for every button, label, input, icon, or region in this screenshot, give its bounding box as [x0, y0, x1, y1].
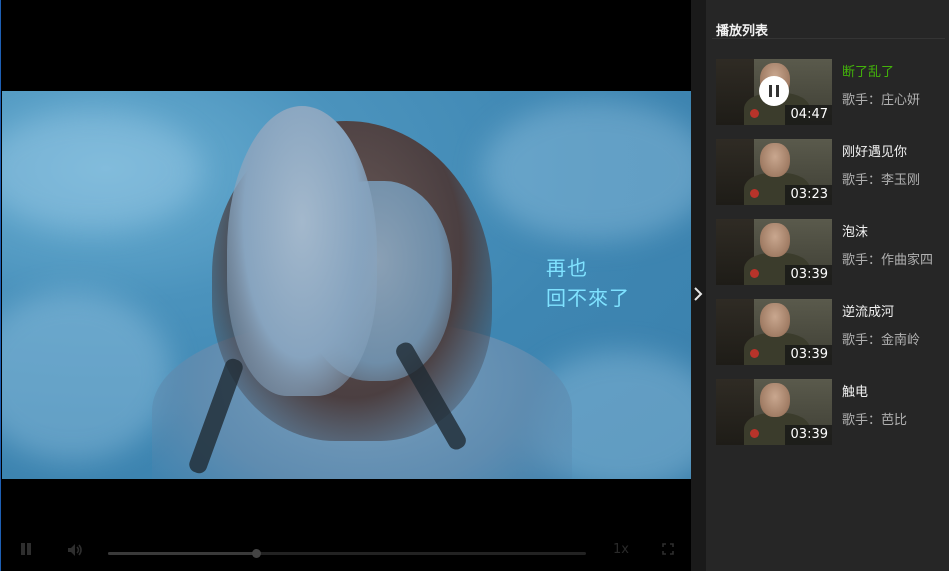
song-title[interactable]: 泡沫	[842, 221, 868, 240]
video-duration: 04:47	[784, 105, 832, 125]
song-title[interactable]: 断了乱了	[842, 61, 894, 80]
song-title[interactable]: 刚好遇见你	[842, 141, 907, 160]
playlist-item[interactable]: 03:39 泡沫 歌手：作曲家四	[716, 219, 946, 285]
song-title[interactable]: 触电	[842, 381, 868, 400]
video-player[interactable]: 再也 回不來了 1x	[0, 0, 692, 571]
playlist-panel: 播放列表 04:47 断了乱了 歌手：庄心妍 03:23 刚好遇见你 歌手：李玉…	[706, 0, 949, 571]
video-figure-hands	[227, 106, 377, 396]
volume-icon[interactable]	[67, 543, 83, 561]
player-controls: 1x	[2, 533, 692, 569]
video-thumbnail[interactable]: 03:39	[716, 219, 832, 285]
video-subtitle: 再也 回不來了	[546, 253, 630, 313]
song-artist: 歌手：李玉刚	[842, 173, 921, 188]
progress-bar[interactable]	[108, 549, 586, 558]
subtitle-line: 回不來了	[546, 286, 630, 310]
pause-icon[interactable]	[759, 76, 789, 106]
cloud	[2, 291, 172, 461]
playlist-item[interactable]: 04:47 断了乱了 歌手：庄心妍	[716, 59, 946, 125]
divider	[712, 38, 945, 39]
video-duration: 03:39	[784, 345, 832, 365]
playlist-collapse-handle[interactable]	[691, 0, 706, 571]
song-artist: 歌手：芭比	[842, 413, 908, 428]
cloud	[2, 111, 202, 231]
video-duration: 03:23	[784, 185, 832, 205]
playlist-title: 播放列表	[716, 24, 769, 39]
song-title[interactable]: 逆流成河	[842, 301, 894, 320]
video-thumbnail[interactable]: 03:39	[716, 299, 832, 365]
playlist-item[interactable]: 03:39 触电 歌手：芭比	[716, 379, 946, 445]
song-artist: 歌手：作曲家四	[842, 253, 934, 268]
video-thumbnail[interactable]: 04:47	[716, 59, 832, 125]
subtitle-line: 再也	[546, 256, 588, 280]
fullscreen-icon[interactable]	[662, 543, 674, 555]
cloud	[482, 101, 692, 241]
playlist-item[interactable]: 03:39 逆流成河 歌手：金南岭	[716, 299, 946, 365]
progress-fill	[108, 552, 257, 555]
video-thumbnail[interactable]: 03:23	[716, 139, 832, 205]
video-duration: 03:39	[784, 425, 832, 445]
chevron-right-icon[interactable]	[692, 286, 704, 306]
playlist-item[interactable]: 03:23 刚好遇见你 歌手：李玉刚	[716, 139, 946, 205]
playback-speed-button[interactable]: 1x	[613, 542, 629, 557]
video-thumbnail[interactable]: 03:39	[716, 379, 832, 445]
progress-knob[interactable]	[252, 549, 262, 558]
song-artist: 歌手：庄心妍	[842, 93, 921, 108]
song-artist: 歌手：金南岭	[842, 333, 921, 348]
pause-icon[interactable]	[20, 543, 32, 557]
video-duration: 03:39	[784, 265, 832, 285]
